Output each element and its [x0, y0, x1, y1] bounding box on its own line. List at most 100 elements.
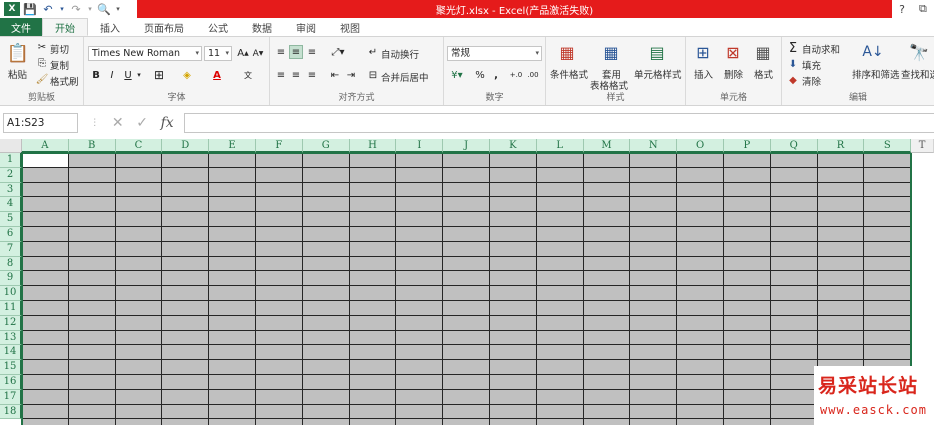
row-header-2[interactable]: 2	[0, 167, 22, 183]
column-header-q[interactable]: Q	[770, 139, 818, 153]
row-header-16[interactable]: 16	[0, 375, 22, 390]
column-header-j[interactable]: J	[443, 139, 490, 153]
row-header-13[interactable]: 13	[0, 330, 22, 346]
italic-button[interactable]: I	[105, 68, 119, 82]
row-header-11[interactable]: 11	[0, 301, 22, 316]
paste-icon[interactable]: 📋	[6, 41, 30, 65]
tab-insert[interactable]: 插入	[88, 18, 132, 36]
column-header-b[interactable]: B	[68, 139, 116, 153]
column-header-g[interactable]: G	[302, 139, 350, 153]
row-header-10[interactable]: 10	[0, 286, 22, 301]
merge-center-button[interactable]: 合并后居中	[381, 70, 429, 84]
wrap-text-button[interactable]: 自动换行	[381, 47, 419, 61]
clear-icon[interactable]: ◆	[786, 73, 800, 87]
comma-button[interactable]: ,	[489, 68, 503, 82]
row-header-3[interactable]: 3	[0, 182, 22, 198]
column-header-n[interactable]: N	[630, 139, 678, 153]
format-cells-button[interactable]: 格式	[754, 67, 773, 81]
help-button[interactable]: ?	[899, 3, 905, 16]
orientation-icon[interactable]: ⤢▾	[328, 45, 348, 59]
worksheet-grid[interactable]: A B C D E F G H I J K L M N O P Q R S T 1 2 3 4 5 6 7 8 9 10 11 12 13 14 1…	[0, 139, 934, 425]
column-header-e[interactable]: E	[209, 139, 256, 153]
sort-filter-button[interactable]: 排序和筛选	[852, 67, 900, 81]
column-header-m[interactable]: M	[583, 139, 631, 153]
currency-icon[interactable]: ¥▾	[448, 68, 466, 82]
align-bottom-icon[interactable]: ≡	[305, 45, 319, 59]
wrap-text-icon[interactable]: ↵	[366, 45, 380, 59]
column-header-p[interactable]: P	[724, 139, 771, 153]
enter-icon[interactable]: ✓	[136, 115, 148, 131]
fill-color-icon[interactable]: ◈	[180, 68, 194, 82]
fill-button[interactable]: 填充	[802, 58, 821, 72]
conditional-formatting-icon[interactable]: ▦	[556, 41, 578, 63]
decrease-indent-icon[interactable]: ⇤	[328, 68, 342, 82]
autosum-icon[interactable]: Σ	[786, 41, 800, 56]
increase-indent-icon[interactable]: ⇥	[344, 68, 358, 82]
align-left-icon[interactable]: ≡	[274, 68, 288, 82]
align-middle-icon[interactable]: ≡	[289, 45, 303, 59]
tab-formulas[interactable]: 公式	[196, 18, 240, 36]
delete-cells-button[interactable]: 删除	[724, 67, 743, 81]
cell-styles-button[interactable]: 单元格样式	[634, 67, 682, 81]
row-header-17[interactable]: 17	[0, 389, 22, 405]
formula-input[interactable]	[184, 113, 934, 133]
merge-center-icon[interactable]: ⊟	[366, 68, 380, 82]
column-header-f[interactable]: F	[256, 139, 303, 153]
fill-icon[interactable]: ⬇	[786, 57, 800, 71]
column-header-o[interactable]: O	[677, 139, 724, 153]
row-header-15[interactable]: 15	[0, 360, 22, 375]
tab-review[interactable]: 审阅	[284, 18, 328, 36]
column-header-a[interactable]: A	[22, 139, 69, 153]
undo-dropdown-icon[interactable]: ▾	[58, 2, 66, 16]
customize-qat-icon[interactable]: ▾	[114, 2, 122, 16]
row-header-7[interactable]: 7	[0, 241, 22, 257]
find-select-button[interactable]: 查找和选	[901, 67, 934, 81]
sort-filter-icon[interactable]: A↓	[862, 41, 884, 63]
cell-styles-icon[interactable]: ▤	[646, 41, 668, 63]
cut-icon[interactable]: ✂	[36, 41, 48, 53]
tab-data[interactable]: 数据	[240, 18, 284, 36]
grow-font-icon[interactable]: A ▲	[236, 46, 250, 61]
copy-icon[interactable]: ⎘	[36, 57, 48, 69]
insert-function-button[interactable]: fx	[161, 115, 174, 131]
row-header-5[interactable]: 5	[0, 212, 22, 227]
save-icon[interactable]: 💾	[22, 2, 38, 16]
align-right-icon[interactable]: ≡	[305, 68, 319, 82]
row-header-18[interactable]: 18	[0, 404, 22, 420]
row-header-9[interactable]: 9	[0, 271, 22, 287]
format-painter-icon[interactable]: 🖌	[36, 73, 49, 85]
column-header-s[interactable]: S	[864, 139, 912, 153]
phonetic-guide-icon[interactable]: 文	[240, 67, 256, 83]
print-preview-icon[interactable]: 🔍	[96, 2, 112, 16]
autosum-button[interactable]: 自动求和	[802, 42, 840, 56]
borders-icon[interactable]: ⊞	[152, 68, 166, 82]
tab-home[interactable]: 开始	[42, 18, 88, 36]
tab-view[interactable]: 视图	[328, 18, 372, 36]
tab-file[interactable]: 文件	[0, 18, 42, 36]
align-center-icon[interactable]: ≡	[289, 68, 303, 82]
font-size-dropdown[interactable]: 11 ▾	[204, 46, 232, 61]
column-header-i[interactable]: I	[396, 139, 444, 153]
format-painter-button[interactable]: 格式刷	[50, 74, 79, 88]
column-header-l[interactable]: L	[536, 139, 584, 153]
copy-button[interactable]: 复制	[50, 58, 69, 72]
cut-button[interactable]: 剪切	[50, 42, 69, 56]
paste-button[interactable]: 粘贴	[8, 67, 27, 81]
conditional-formatting-button[interactable]: 条件格式	[550, 67, 588, 81]
redo-icon[interactable]: ↷	[68, 2, 84, 16]
align-top-icon[interactable]: ≡	[274, 45, 288, 59]
redo-dropdown-icon[interactable]: ▾	[86, 2, 94, 16]
increase-decimal-icon[interactable]: +.0	[508, 68, 524, 82]
column-header-k[interactable]: K	[490, 139, 537, 153]
select-all-button[interactable]	[0, 139, 22, 153]
column-header-d[interactable]: D	[162, 139, 210, 153]
column-header-t[interactable]: T	[911, 139, 934, 153]
column-header-c[interactable]: C	[115, 139, 163, 153]
underline-dropdown-icon[interactable]: ▾	[135, 68, 143, 82]
row-header-8[interactable]: 8	[0, 256, 22, 272]
shrink-font-icon[interactable]: A ▼	[251, 46, 265, 61]
delete-cells-icon[interactable]: ⊠	[722, 41, 744, 63]
name-box[interactable]: A1:S23	[3, 113, 78, 133]
percent-button[interactable]: %	[473, 68, 487, 82]
format-cells-icon[interactable]: ▦	[752, 41, 774, 63]
